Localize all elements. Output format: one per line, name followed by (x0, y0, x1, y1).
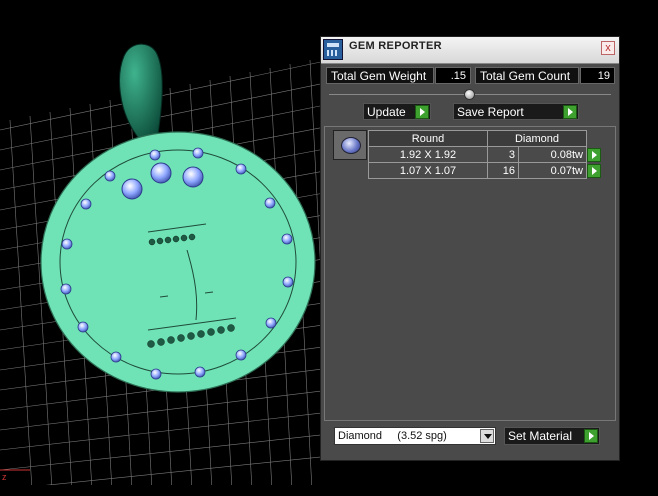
set-material-button-label: Set Material (508, 429, 573, 443)
set-material-arrow-icon (584, 429, 598, 443)
set-material-button[interactable]: Set Material (504, 427, 600, 445)
gem-table: Round Diamond 1.92 X 1.92 3 0.08tw 1.07 … (368, 130, 602, 179)
pendant-disc (40, 131, 316, 393)
gem-count: 3 (487, 146, 519, 163)
gem-list-area: Round Diamond 1.92 X 1.92 3 0.08tw 1.07 … (324, 126, 616, 421)
round-diamond-icon[interactable] (333, 130, 367, 160)
shape-header: Round (368, 130, 488, 147)
material-header: Diamond (487, 130, 587, 147)
update-arrow-icon (415, 105, 429, 119)
row-arrow-icon[interactable] (587, 163, 601, 178)
pendant-bail (119, 43, 163, 142)
panel-title: GEM REPORTER (349, 40, 442, 52)
panel-splitter-handle[interactable] (464, 89, 475, 100)
gem-size: 1.92 X 1.92 (368, 146, 488, 163)
total-gem-count-label: Total Gem Count (475, 67, 579, 84)
save-report-arrow-icon (563, 105, 577, 119)
axis-label: z (2, 472, 7, 482)
total-gem-weight-label: Total Gem Weight (326, 67, 434, 84)
panel-titlebar[interactable]: GEM REPORTER x (321, 37, 619, 64)
gem-size: 1.07 X 1.07 (368, 162, 488, 179)
row-arrow-icon[interactable] (587, 147, 601, 162)
pendant-model[interactable] (40, 43, 316, 393)
chevron-down-icon (480, 429, 494, 443)
material-dropdown-value: Diamond (3.52 spg) (338, 430, 447, 442)
update-button-label: Update (367, 105, 406, 119)
gem-table-header: Round Diamond (368, 130, 602, 147)
gem-weight: 0.07tw (518, 162, 587, 179)
save-report-button-label: Save Report (457, 105, 524, 119)
close-button[interactable]: x (601, 41, 615, 55)
gem-reporter-panel: GEM REPORTER x Total Gem Weight .15 Tota… (320, 36, 620, 461)
table-row: 1.92 X 1.92 3 0.08tw (368, 146, 602, 163)
gem-weight: 0.08tw (518, 146, 587, 163)
total-gem-count-value: 19 (580, 67, 615, 84)
update-button[interactable]: Update (363, 103, 431, 120)
save-report-button[interactable]: Save Report (453, 103, 579, 120)
total-gem-weight-value: .15 (435, 67, 471, 84)
gem-reporter-icon (323, 39, 343, 60)
gem-count: 16 (487, 162, 519, 179)
table-row: 1.07 X 1.07 16 0.07tw (368, 162, 602, 179)
material-dropdown[interactable]: Diamond (3.52 spg) (334, 427, 496, 445)
